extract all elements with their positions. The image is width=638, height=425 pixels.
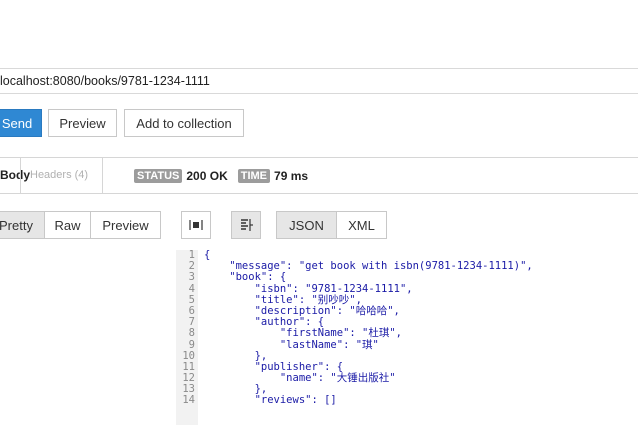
response-status: STATUS 200 OK TIME 79 ms <box>134 158 314 193</box>
format-button[interactable] <box>231 211 261 239</box>
indent-format-icon <box>241 219 253 231</box>
view-mode-group: Pretty Raw Preview <box>0 211 161 239</box>
add-to-collection-button[interactable]: Add to collection <box>124 109 244 137</box>
xml-button[interactable]: XML <box>336 211 387 239</box>
json-button[interactable]: JSON <box>276 211 337 239</box>
tab-headers[interactable]: Headers (4) <box>30 158 88 193</box>
time-value: 79 ms <box>274 168 309 183</box>
pretty-button[interactable]: Pretty <box>0 211 45 239</box>
time-label: TIME <box>237 168 271 183</box>
status-label: STATUS <box>134 168 183 183</box>
tab-divider <box>20 158 21 193</box>
code-line: "reviews": [] <box>204 394 337 407</box>
tab-body[interactable]: Body <box>0 158 30 193</box>
url-bar[interactable]: localhost:8080/books/9781-1234-1111 <box>0 68 638 94</box>
code-line: "lastName": "琪" <box>204 338 379 351</box>
line-number: 8 <box>188 327 195 340</box>
wrap-text-icon <box>189 220 203 230</box>
format-group: JSON XML <box>276 211 387 239</box>
preview-mode-button[interactable]: Preview <box>90 211 161 239</box>
response-tab-bar: Body Headers (4) STATUS 200 OK TIME 79 m… <box>0 157 638 194</box>
wrap-text-button[interactable] <box>181 211 211 239</box>
status-value: 200 OK <box>186 168 228 183</box>
response-body-viewer[interactable]: 1 2 3 4 5 6 7 8 9 10 11 12 13 14 { "message": "get bo… <box>176 250 638 425</box>
code-line: "firstName": "杜琪", <box>204 327 403 340</box>
code-lines: { "message": "get book with isbn(9781-12… <box>204 250 533 407</box>
line-number: 14 <box>182 394 195 407</box>
preview-button[interactable]: Preview <box>48 109 117 137</box>
code-line: "book": { <box>204 271 287 284</box>
url-input[interactable]: localhost:8080/books/9781-1234-1111 <box>0 74 210 88</box>
line-number-gutter: 1 2 3 4 5 6 7 8 9 10 11 12 13 14 <box>176 250 198 425</box>
line-number: 3 <box>188 271 195 284</box>
send-button[interactable]: Send <box>0 109 42 137</box>
raw-button[interactable]: Raw <box>44 211 91 239</box>
line-number: 9 <box>188 338 195 351</box>
tab-divider <box>102 158 103 193</box>
